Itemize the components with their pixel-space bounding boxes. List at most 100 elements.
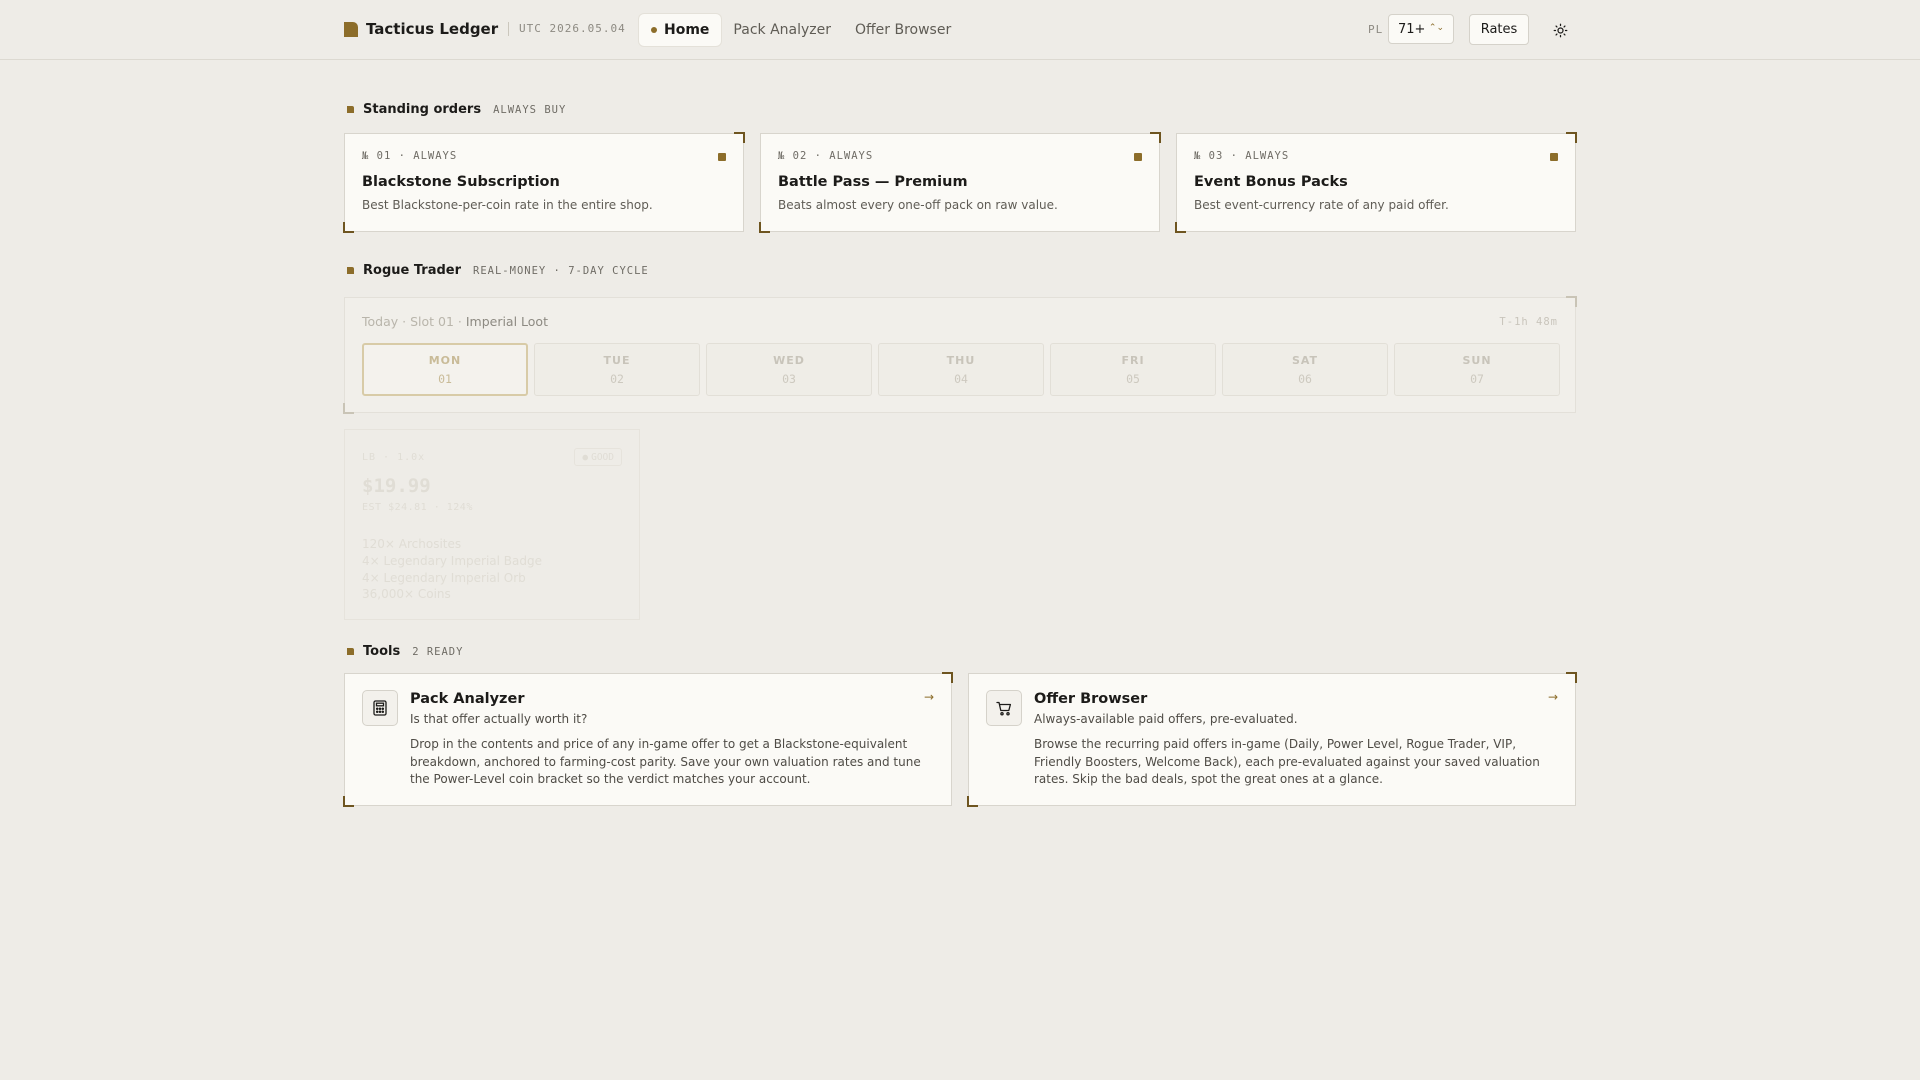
rogue-trader-tag: REAL-MONEY · 7-DAY CYCLE	[473, 264, 649, 277]
order-marker-icon	[718, 153, 726, 161]
rotation-timer: T-1h 48m	[1499, 316, 1558, 328]
tool-subtitle: Always-available paid offers, pre-evalua…	[1034, 712, 1298, 726]
standing-orders-header: Standing orders ALWAYS BUY	[347, 102, 566, 117]
nav-offer-browser-label: Offer Browser	[855, 22, 952, 38]
order-title: Blackstone Subscription	[362, 174, 560, 190]
tool-description: Drop in the contents and price of any in…	[410, 737, 921, 786]
power-level-select[interactable]: 71+ ⌃⌄	[1388, 14, 1454, 44]
order-marker-icon	[1550, 153, 1558, 161]
divider	[508, 22, 509, 36]
day-name: WED	[773, 353, 805, 367]
offer-item: 36,000× Coins	[362, 587, 451, 602]
nav-pack-analyzer-label: Pack Analyzer	[733, 22, 831, 38]
day-name: MON	[428, 353, 462, 367]
day-tab-tue[interactable]: TUE 02	[534, 343, 700, 396]
order-title: Battle Pass — Premium	[778, 174, 968, 190]
standing-order-card-event-bonus[interactable]: № 03 · ALWAYS Event Bonus Packs Best eve…	[1175, 132, 1577, 233]
arrow-right-icon: →	[1547, 690, 1558, 704]
tool-card-pack-analyzer[interactable]: Pack Analyzer Is that offer actually wor…	[343, 672, 953, 807]
day-tab-sat[interactable]: SAT 06	[1222, 343, 1388, 396]
power-level-label: PL	[1368, 23, 1384, 36]
day-tab-wed[interactable]: WED 03	[706, 343, 872, 396]
today-slot-line: Today · Slot 01 · Imperial Loot	[362, 314, 548, 329]
order-title: Event Bonus Packs	[1194, 174, 1348, 190]
standing-order-card-battle-pass[interactable]: № 02 · ALWAYS Battle Pass — Premium Beat…	[759, 132, 1161, 233]
chevron-updown-icon: ⌃⌄	[1428, 23, 1444, 33]
order-meta: № 01 · ALWAYS	[362, 150, 458, 162]
tool-title: Offer Browser	[1034, 691, 1148, 707]
order-marker-icon	[1134, 153, 1142, 161]
nav-home[interactable]: Home	[639, 14, 722, 46]
power-level-value: 71+	[1398, 21, 1426, 37]
day-num: 02	[610, 371, 624, 386]
rogue-trader-header: Rogue Trader REAL-MONEY · 7-DAY CYCLE	[347, 263, 649, 278]
rates-button[interactable]: Rates	[1469, 14, 1529, 45]
day-num: 06	[1298, 371, 1312, 386]
tool-card-offer-browser[interactable]: Offer Browser Always-available paid offe…	[967, 672, 1577, 807]
theme-toggle-button[interactable]	[1548, 18, 1572, 42]
offer-items-list: 120× Archosites 4× Legendary Imperial Ba…	[362, 536, 542, 603]
day-num: 04	[954, 371, 968, 386]
order-desc: Best event-currency rate of any paid off…	[1194, 198, 1449, 212]
brand-logo-icon	[344, 21, 358, 37]
offer-price: $19.99	[362, 475, 431, 497]
offer-estimate: EST $24.81 · 124%	[362, 502, 473, 513]
nav-pack-analyzer[interactable]: Pack Analyzer	[721, 14, 843, 46]
tools-tag: 2 READY	[412, 645, 464, 658]
offer-verdict-badge: ● GOOD	[574, 448, 622, 466]
offer-slot-label: LB · 1.0x	[362, 452, 426, 463]
tools-title: Tools	[363, 644, 401, 659]
today-slot-prefix: Today · Slot 01 ·	[362, 314, 466, 329]
main-nav: Home Pack Analyzer Offer Browser	[639, 14, 963, 46]
section-mark-icon	[347, 267, 354, 274]
day-num: 05	[1126, 371, 1140, 386]
brand-name: Tacticus Ledger	[366, 20, 499, 38]
top-bar: Tacticus Ledger UTC 2026.05.04 Home Pack…	[0, 0, 1920, 60]
standing-orders-title: Standing orders	[363, 102, 482, 117]
day-name: THU	[946, 353, 976, 367]
rogue-trader-title: Rogue Trader	[363, 263, 462, 278]
day-tab-thu[interactable]: THU 04	[878, 343, 1044, 396]
day-selector: MON 01 TUE 02 WED 03 THU 04 FRI 05 SAT 0…	[362, 343, 1560, 396]
day-name: TUE	[603, 353, 631, 367]
offer-item: 4× Legendary Imperial Badge	[362, 553, 542, 568]
active-dot-icon	[651, 27, 657, 33]
utc-date: UTC 2026.05.04	[519, 22, 626, 35]
rogue-trader-panel: Today · Slot 01 · Imperial Loot T-1h 48m…	[343, 296, 1577, 414]
day-num: 07	[1470, 371, 1484, 386]
calculator-icon	[373, 700, 387, 716]
tool-icon-box	[362, 690, 398, 726]
tool-title: Pack Analyzer	[410, 691, 525, 707]
offer-item: 4× Legendary Imperial Orb	[362, 570, 526, 585]
day-tab-mon[interactable]: MON 01	[362, 343, 528, 396]
order-meta: № 03 · ALWAYS	[1194, 150, 1290, 162]
today-slot-name: Imperial Loot	[465, 314, 548, 329]
day-num: 03	[782, 371, 796, 386]
section-mark-icon	[347, 106, 354, 113]
offer-item: 120× Archosites	[362, 537, 462, 551]
order-meta: № 02 · ALWAYS	[778, 150, 874, 162]
rogue-trader-offer-card[interactable]: LB · 1.0x ● GOOD $19.99 EST $24.81 · 124…	[344, 429, 640, 620]
arrow-right-icon: →	[923, 690, 934, 704]
tool-icon-box	[986, 690, 1022, 726]
day-num: 01	[438, 371, 452, 386]
day-name: SAT	[1291, 353, 1319, 367]
day-name: SUN	[1462, 353, 1492, 367]
standing-orders-tag: ALWAYS BUY	[493, 103, 567, 116]
order-desc: Best Blackstone-per-coin rate in the ent…	[362, 198, 653, 212]
cart-icon	[996, 701, 1012, 716]
brand[interactable]: Tacticus Ledger	[344, 20, 498, 38]
tools-header: Tools 2 READY	[347, 644, 463, 659]
nav-home-label: Home	[664, 22, 710, 38]
tool-subtitle: Is that offer actually worth it?	[410, 712, 588, 726]
offer-verdict-text: GOOD	[591, 451, 614, 463]
section-mark-icon	[347, 648, 354, 655]
sun-icon	[1553, 23, 1567, 37]
standing-order-card-blackstone[interactable]: № 01 · ALWAYS Blackstone Subscription Be…	[343, 132, 745, 233]
day-name: FRI	[1121, 353, 1145, 367]
order-desc: Beats almost every one-off pack on raw v…	[778, 198, 1058, 212]
nav-offer-browser[interactable]: Offer Browser	[843, 14, 963, 46]
day-tab-fri[interactable]: FRI 05	[1050, 343, 1216, 396]
day-tab-sun[interactable]: SUN 07	[1394, 343, 1560, 396]
tool-description: Browse the recurring paid offers in-game…	[1034, 737, 1540, 786]
